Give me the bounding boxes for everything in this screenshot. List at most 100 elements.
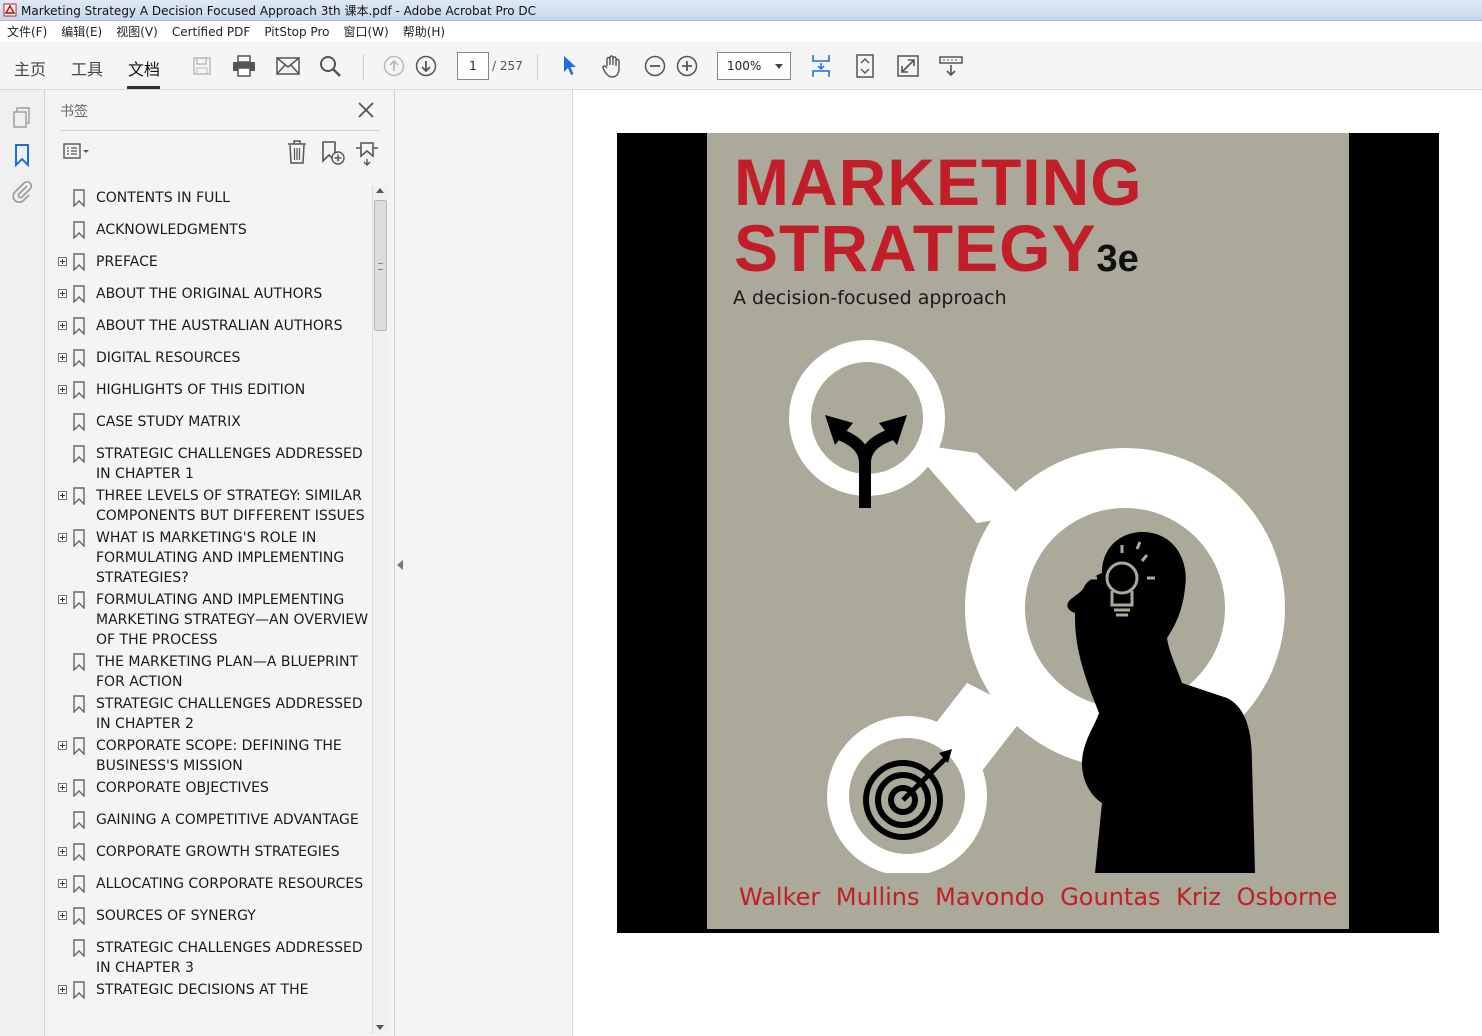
tab-document[interactable]: 文档 bbox=[128, 56, 160, 80]
fit-page-icon[interactable] bbox=[851, 52, 879, 80]
bookmark-label: STRATEGIC CHALLENGES ADDRESSED IN CHAPTE… bbox=[96, 940, 363, 976]
active-tab-indicator bbox=[127, 86, 160, 89]
expand-plus-icon[interactable] bbox=[58, 783, 67, 792]
bookmark-label: DIGITAL RESOURCES bbox=[96, 350, 241, 366]
save-icon[interactable] bbox=[188, 52, 216, 80]
expand-plus-icon[interactable] bbox=[58, 353, 67, 362]
bookmark-item[interactable]: FORMULATING AND IMPLEMENTING MARKETING S… bbox=[55, 588, 371, 650]
menu-file[interactable]: 文件(F) bbox=[0, 23, 54, 40]
toolbar-separator bbox=[363, 54, 364, 80]
bookmark-flag-icon bbox=[72, 189, 86, 208]
expand-plus-icon[interactable] bbox=[58, 911, 67, 920]
expand-plus-icon[interactable] bbox=[58, 289, 67, 298]
bookmark-scrollbar[interactable] bbox=[372, 186, 387, 1034]
bookmarks-panel-title: 书签 bbox=[60, 104, 88, 120]
bookmark-item[interactable]: THE MARKETING PLAN—A BLUEPRINT FOR ACTIO… bbox=[55, 650, 371, 692]
book-cover: MARKETING STRATEGY3e A decision-focused … bbox=[707, 133, 1349, 929]
search-icon[interactable] bbox=[316, 52, 344, 80]
bookmark-item[interactable]: CASE STUDY MATRIX bbox=[55, 410, 371, 442]
bookmark-label: CORPORATE SCOPE: DEFINING THE BUSINESS'S… bbox=[96, 738, 342, 774]
cover-subtitle: A decision-focused approach bbox=[733, 287, 1007, 309]
menu-window[interactable]: 窗口(W) bbox=[336, 23, 395, 40]
previous-page-icon[interactable] bbox=[380, 52, 408, 80]
document-view[interactable]: MARKETING STRATEGY3e A decision-focused … bbox=[574, 90, 1482, 1036]
zoom-out-icon[interactable] bbox=[641, 52, 669, 80]
bookmark-item[interactable]: CORPORATE OBJECTIVES bbox=[55, 776, 371, 808]
cover-authors: Walker Mullins Mavondo Gountas Kriz Osbo… bbox=[739, 883, 1338, 911]
zoom-in-icon[interactable] bbox=[673, 52, 701, 80]
bookmark-item[interactable]: ALLOCATING CORPORATE RESOURCES bbox=[55, 872, 371, 904]
bookmark-flag-icon bbox=[72, 285, 86, 304]
bookmark-item[interactable]: DIGITAL RESOURCES bbox=[55, 346, 371, 378]
bookmark-options-icon[interactable] bbox=[61, 139, 89, 167]
page-thumbnails-icon[interactable] bbox=[10, 106, 34, 130]
bookmark-item[interactable]: PREFACE bbox=[55, 250, 371, 282]
mail-icon[interactable] bbox=[274, 52, 302, 80]
bookmark-flag-icon bbox=[72, 695, 86, 714]
page-number-input[interactable]: 1 bbox=[457, 52, 489, 80]
bookmark-item[interactable]: ACKNOWLEDGMENTS bbox=[55, 218, 371, 250]
bookmark-flag-icon bbox=[72, 653, 86, 672]
scrollbar-thumb[interactable] bbox=[374, 200, 387, 331]
bookmark-flag-icon bbox=[72, 843, 86, 862]
bookmark-item[interactable]: CONTENTS IN FULL bbox=[55, 186, 371, 218]
bookmark-item[interactable]: STRATEGIC CHALLENGES ADDRESSED IN CHAPTE… bbox=[55, 936, 371, 978]
menu-help[interactable]: 帮助(H) bbox=[396, 23, 452, 40]
bookmark-label: CONTENTS IN FULL bbox=[96, 190, 230, 206]
expand-plus-icon[interactable] bbox=[58, 847, 67, 856]
bookmark-label: ACKNOWLEDGMENTS bbox=[96, 222, 247, 238]
menu-bar: 文件(F) 编辑(E) 视图(V) Certified PDF PitStop … bbox=[0, 21, 1482, 42]
expand-plus-icon[interactable] bbox=[58, 533, 67, 542]
bookmark-item[interactable]: ABOUT THE AUSTRALIAN AUTHORS bbox=[55, 314, 371, 346]
bookmark-item[interactable]: STRATEGIC CHALLENGES ADDRESSED IN CHAPTE… bbox=[55, 442, 371, 484]
tab-tools[interactable]: 工具 bbox=[71, 56, 103, 80]
close-icon[interactable] bbox=[355, 99, 377, 121]
expand-plus-icon[interactable] bbox=[58, 491, 67, 500]
expand-plus-icon[interactable] bbox=[58, 985, 67, 994]
attachments-icon[interactable] bbox=[10, 179, 34, 203]
expand-bookmark-icon[interactable] bbox=[353, 139, 381, 167]
bookmark-item[interactable]: WHAT IS MARKETING'S ROLE IN FORMULATING … bbox=[55, 526, 371, 588]
read-mode-icon[interactable] bbox=[937, 52, 965, 80]
menu-view[interactable]: 视图(V) bbox=[109, 23, 165, 40]
menu-edit[interactable]: 编辑(E) bbox=[54, 23, 109, 40]
bookmark-label: PREFACE bbox=[96, 254, 158, 270]
bookmark-item[interactable]: STRATEGIC CHALLENGES ADDRESSED IN CHAPTE… bbox=[55, 692, 371, 734]
expand-plus-icon[interactable] bbox=[58, 257, 67, 266]
bookmark-item[interactable]: ABOUT THE ORIGINAL AUTHORS bbox=[55, 282, 371, 314]
bookmark-item[interactable]: CORPORATE GROWTH STRATEGIES bbox=[55, 840, 371, 872]
hand-tool-icon[interactable] bbox=[598, 52, 626, 80]
expand-plus-icon[interactable] bbox=[58, 321, 67, 330]
scroll-up-icon[interactable] bbox=[376, 188, 384, 193]
expand-plus-icon[interactable] bbox=[58, 741, 67, 750]
bookmarks-panel: 书签 CONTENTS IN FULL ACKNOWLEDGMENTS PREFAC… bbox=[45, 90, 395, 1036]
expand-plus-icon[interactable] bbox=[58, 385, 67, 394]
collapse-panel-icon[interactable] bbox=[397, 560, 403, 570]
menu-certified-pdf[interactable]: Certified PDF bbox=[165, 25, 258, 39]
bookmark-item[interactable]: THREE LEVELS OF STRATEGY: SIMILAR COMPON… bbox=[55, 484, 371, 526]
bookmark-item[interactable]: CORPORATE SCOPE: DEFINING THE BUSINESS'S… bbox=[55, 734, 371, 776]
delete-bookmark-icon[interactable] bbox=[285, 139, 313, 167]
tab-home[interactable]: 主页 bbox=[14, 56, 46, 80]
expand-plus-icon[interactable] bbox=[58, 879, 67, 888]
select-cursor-icon[interactable] bbox=[556, 52, 584, 80]
print-icon[interactable] bbox=[230, 52, 258, 80]
bookmark-item[interactable]: GAINING A COMPETITIVE ADVANTAGE bbox=[55, 808, 371, 840]
new-bookmark-icon[interactable] bbox=[319, 139, 347, 167]
bookmark-label: ABOUT THE ORIGINAL AUTHORS bbox=[96, 286, 323, 302]
bookmark-item[interactable]: HIGHLIGHTS OF THIS EDITION bbox=[55, 378, 371, 410]
menu-pitstop-pro[interactable]: PitStop Pro bbox=[257, 25, 336, 39]
bookmark-label: STRATEGIC CHALLENGES ADDRESSED IN CHAPTE… bbox=[96, 446, 363, 482]
bookmark-item[interactable]: STRATEGIC DECISIONS AT THE bbox=[55, 978, 371, 1010]
bookmark-flag-icon bbox=[72, 811, 86, 830]
expand-plus-icon[interactable] bbox=[58, 595, 67, 604]
zoom-select[interactable]: 100% bbox=[717, 52, 791, 80]
bookmarks-icon[interactable] bbox=[10, 143, 34, 168]
bookmark-item[interactable]: SOURCES OF SYNERGY bbox=[55, 904, 371, 936]
scroll-mode-icon[interactable] bbox=[807, 52, 835, 80]
scroll-down-icon[interactable] bbox=[376, 1025, 384, 1030]
next-page-icon[interactable] bbox=[412, 52, 440, 80]
panel-splitter[interactable] bbox=[395, 90, 573, 1036]
full-screen-icon[interactable] bbox=[894, 52, 922, 80]
bookmark-flag-icon bbox=[72, 779, 86, 798]
